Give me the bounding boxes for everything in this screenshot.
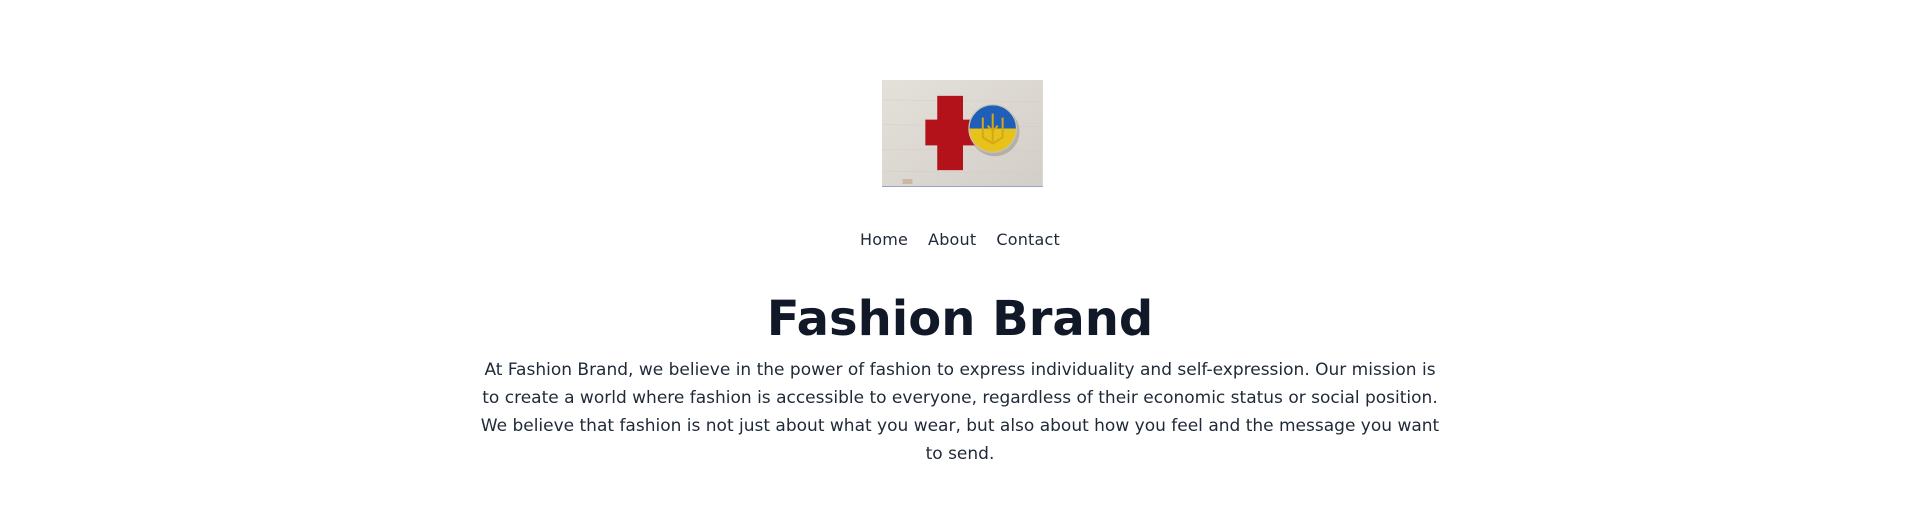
red-cross-ukraine-badge-icon: [882, 80, 1043, 186]
main-nav: Home About Contact: [0, 228, 1920, 252]
nav-link-home[interactable]: Home: [858, 228, 910, 252]
hero-image: [882, 80, 1043, 187]
nav-link-about[interactable]: About: [926, 228, 978, 252]
page: Home About Contact Fashion Brand At Fash…: [0, 0, 1920, 531]
nav-link-contact[interactable]: Contact: [994, 228, 1062, 252]
page-title: Fashion Brand: [766, 291, 1154, 347]
mission-statement: At Fashion Brand, we believe in the powe…: [480, 360, 1440, 464]
